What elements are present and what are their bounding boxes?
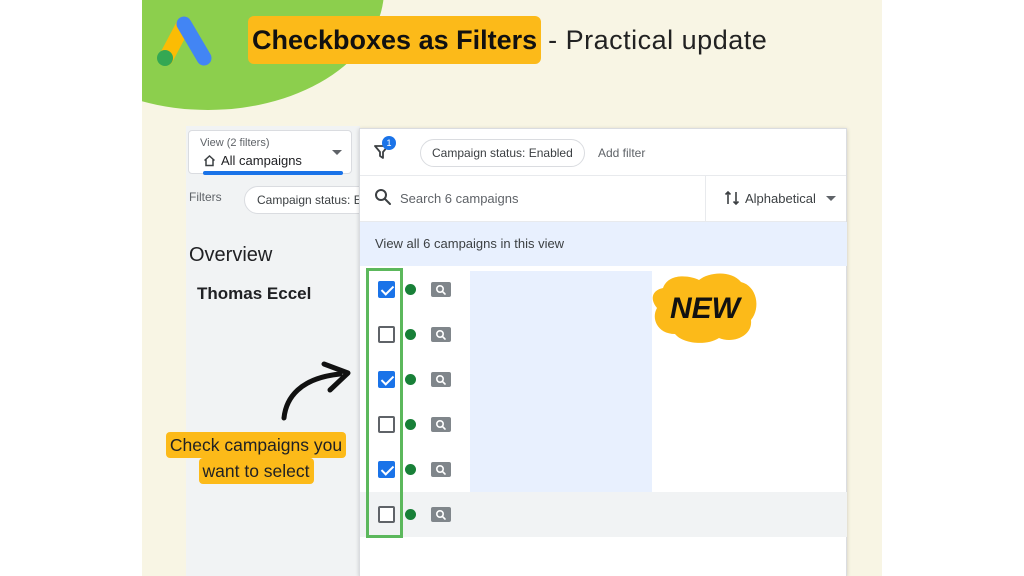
- search-campaign-icon: [431, 282, 451, 297]
- campaign-row[interactable]: [360, 447, 847, 492]
- view-all-campaigns-link[interactable]: View all 6 campaigns in this view: [360, 222, 847, 266]
- slide-canvas: Checkboxes as Filters - Practical update…: [142, 0, 882, 576]
- view-selector-text: All campaigns: [221, 153, 302, 168]
- curved-arrow-icon: [281, 361, 351, 421]
- chevron-down-icon: [332, 150, 342, 155]
- account-name: Thomas Eccel: [197, 284, 312, 303]
- google-ads-logo-icon: [157, 16, 212, 66]
- callout-annotation: Check campaigns you want to select: [155, 432, 357, 484]
- search-campaign-icon: [431, 417, 451, 432]
- campaign-row[interactable]: [360, 267, 847, 312]
- enabled-status-dot: [405, 329, 416, 340]
- checkbox-highlight-box: [366, 268, 403, 538]
- add-filter-button[interactable]: Add filter: [598, 146, 645, 160]
- campaign-row[interactable]: [360, 312, 847, 357]
- enabled-status-dot: [405, 509, 416, 520]
- sort-label: Alphabetical: [745, 190, 816, 206]
- campaign-status-chip[interactable]: Campaign status: Enabled: [420, 139, 585, 167]
- view-selector-label: View (2 filters): [200, 137, 270, 149]
- filters-label: Filters: [189, 190, 222, 204]
- campaign-row[interactable]: [360, 357, 847, 402]
- search-campaign-icon: [431, 327, 451, 342]
- campaign-row[interactable]: [360, 402, 847, 447]
- campaign-status-chip-left[interactable]: Campaign status: E: [244, 186, 374, 214]
- enabled-status-dot: [405, 419, 416, 430]
- overview-title: Overview: [189, 244, 273, 266]
- callout-line-2: want to select: [198, 458, 314, 484]
- campaign-filter-panel: 1 Campaign status: Enabled Add filter Al…: [359, 128, 847, 576]
- headline: Checkboxes as Filters - Practical update: [248, 16, 767, 64]
- new-badge-text: NEW: [670, 292, 743, 325]
- enabled-status-dot: [405, 284, 416, 295]
- search-campaign-icon: [431, 372, 451, 387]
- enabled-status-dot: [405, 464, 416, 475]
- new-badge: NEW: [652, 273, 757, 343]
- enabled-status-dot: [405, 374, 416, 385]
- campaign-row[interactable]: [360, 492, 847, 537]
- headline-highlight: Checkboxes as Filters: [248, 16, 542, 64]
- search-campaign-icon: [431, 507, 451, 522]
- view-selector-underline: [203, 171, 343, 175]
- view-selector-value: All campaigns: [203, 153, 302, 168]
- sort-dropdown[interactable]: Alphabetical: [705, 175, 848, 221]
- callout-line-1: Check campaigns you: [165, 432, 347, 458]
- search-campaign-icon: [431, 462, 451, 477]
- headline-subtitle: - Practical update: [548, 24, 768, 55]
- search-campaigns-input[interactable]: [400, 187, 680, 209]
- view-selector[interactable]: View (2 filters) All campaigns: [188, 130, 352, 175]
- sort-arrows-icon: [724, 190, 740, 206]
- home-icon: [203, 154, 216, 167]
- filter-count-badge: 1: [382, 136, 396, 150]
- chevron-down-icon: [825, 195, 836, 201]
- search-icon: [375, 189, 391, 205]
